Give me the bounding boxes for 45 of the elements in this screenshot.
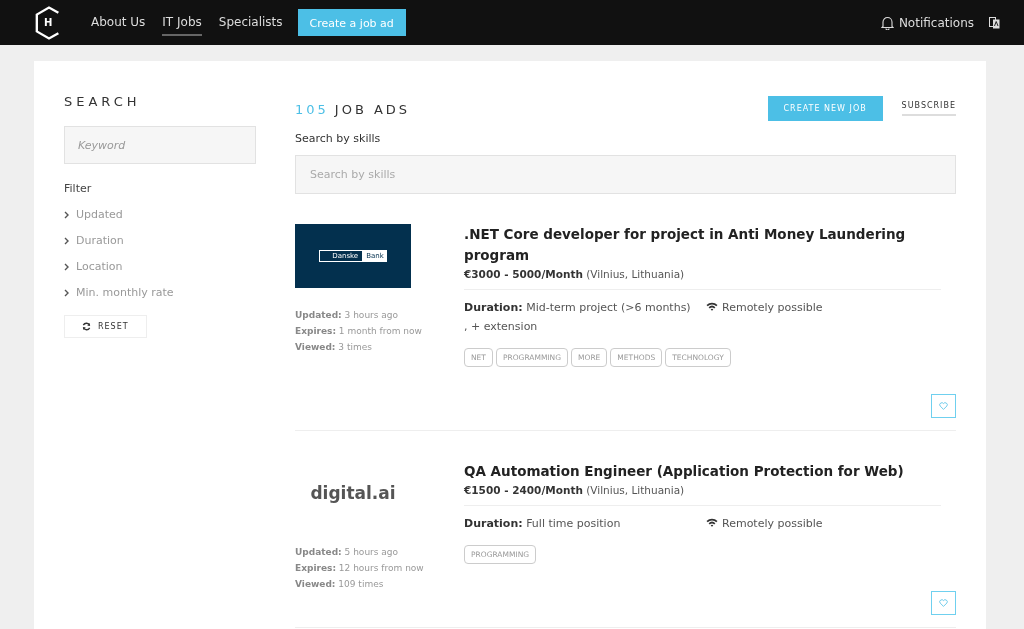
nav-link[interactable]: IT Jobs (162, 9, 202, 36)
bell-icon (880, 15, 894, 30)
wifi-icon (706, 302, 718, 311)
logo-letter: H (44, 16, 53, 29)
job-duration: Duration: Full time position (464, 516, 622, 532)
keyword-field[interactable]: Keyword (64, 126, 256, 164)
heart-icon (939, 599, 948, 607)
create-job-ad-button[interactable]: Create a job ad (297, 9, 406, 36)
translate-icon[interactable] (989, 16, 1000, 29)
job-meta: Viewed: 3 times (295, 341, 373, 354)
create-new-job-button[interactable]: CREATE NEW JOB (767, 95, 883, 121)
sidebar-title: SEARCH (64, 94, 141, 109)
filter-item[interactable]: Updated (64, 208, 123, 221)
nav-link[interactable]: Specialists (218, 9, 283, 36)
remote-label: Remotely possible (722, 516, 823, 532)
logo[interactable]: H (34, 5, 64, 40)
job-salary: €3000 - 5000/Month (Vilnius, Lithuania) (464, 268, 686, 280)
page-title: JOB ADS (334, 101, 411, 117)
skills-search-field[interactable]: Search by skills (295, 155, 956, 194)
reset-button[interactable]: RESET (64, 315, 147, 338)
job-meta: Expires: 12 hours from now (295, 562, 425, 575)
company-logo: digital.ai (309, 482, 397, 505)
job-count: 105 (295, 101, 329, 117)
filter-item[interactable]: Duration (64, 234, 124, 247)
job-title-link[interactable]: QA Automation Engineer (Application Protection for Web) (464, 461, 941, 482)
filter-label: Filter (64, 182, 92, 195)
filter-item[interactable]: Min. monthly rate (64, 286, 174, 299)
job-meta: Updated: 3 hours ago (295, 309, 400, 322)
job-meta: Expires: 1 month from now (295, 325, 423, 338)
job-salary: €1500 - 2400/Month (Vilnius, Lithuania) (464, 484, 686, 496)
refresh-icon (82, 322, 91, 331)
job-meta: Viewed: 109 times (295, 578, 385, 591)
subscribe-link[interactable]: SUBSCRIBE (901, 100, 956, 116)
filter-item[interactable]: Location (64, 260, 123, 273)
favorite-button[interactable] (931, 591, 956, 615)
wifi-icon (706, 518, 718, 527)
nav-link[interactable]: About Us (91, 9, 146, 36)
job-duration: Duration: Mid-term project (>6 months) , + extension (464, 300, 692, 335)
skills-label: Search by skills (295, 132, 382, 145)
notifications-link[interactable]: Notifications (880, 15, 974, 30)
heart-icon (939, 402, 948, 410)
remote-label: Remotely possible (722, 300, 823, 316)
job-title-link[interactable]: .NET Core developer for project in Anti Money Laundering program (464, 224, 941, 266)
job-meta: Updated: 5 hours ago (295, 546, 400, 559)
favorite-button[interactable] (931, 394, 956, 418)
